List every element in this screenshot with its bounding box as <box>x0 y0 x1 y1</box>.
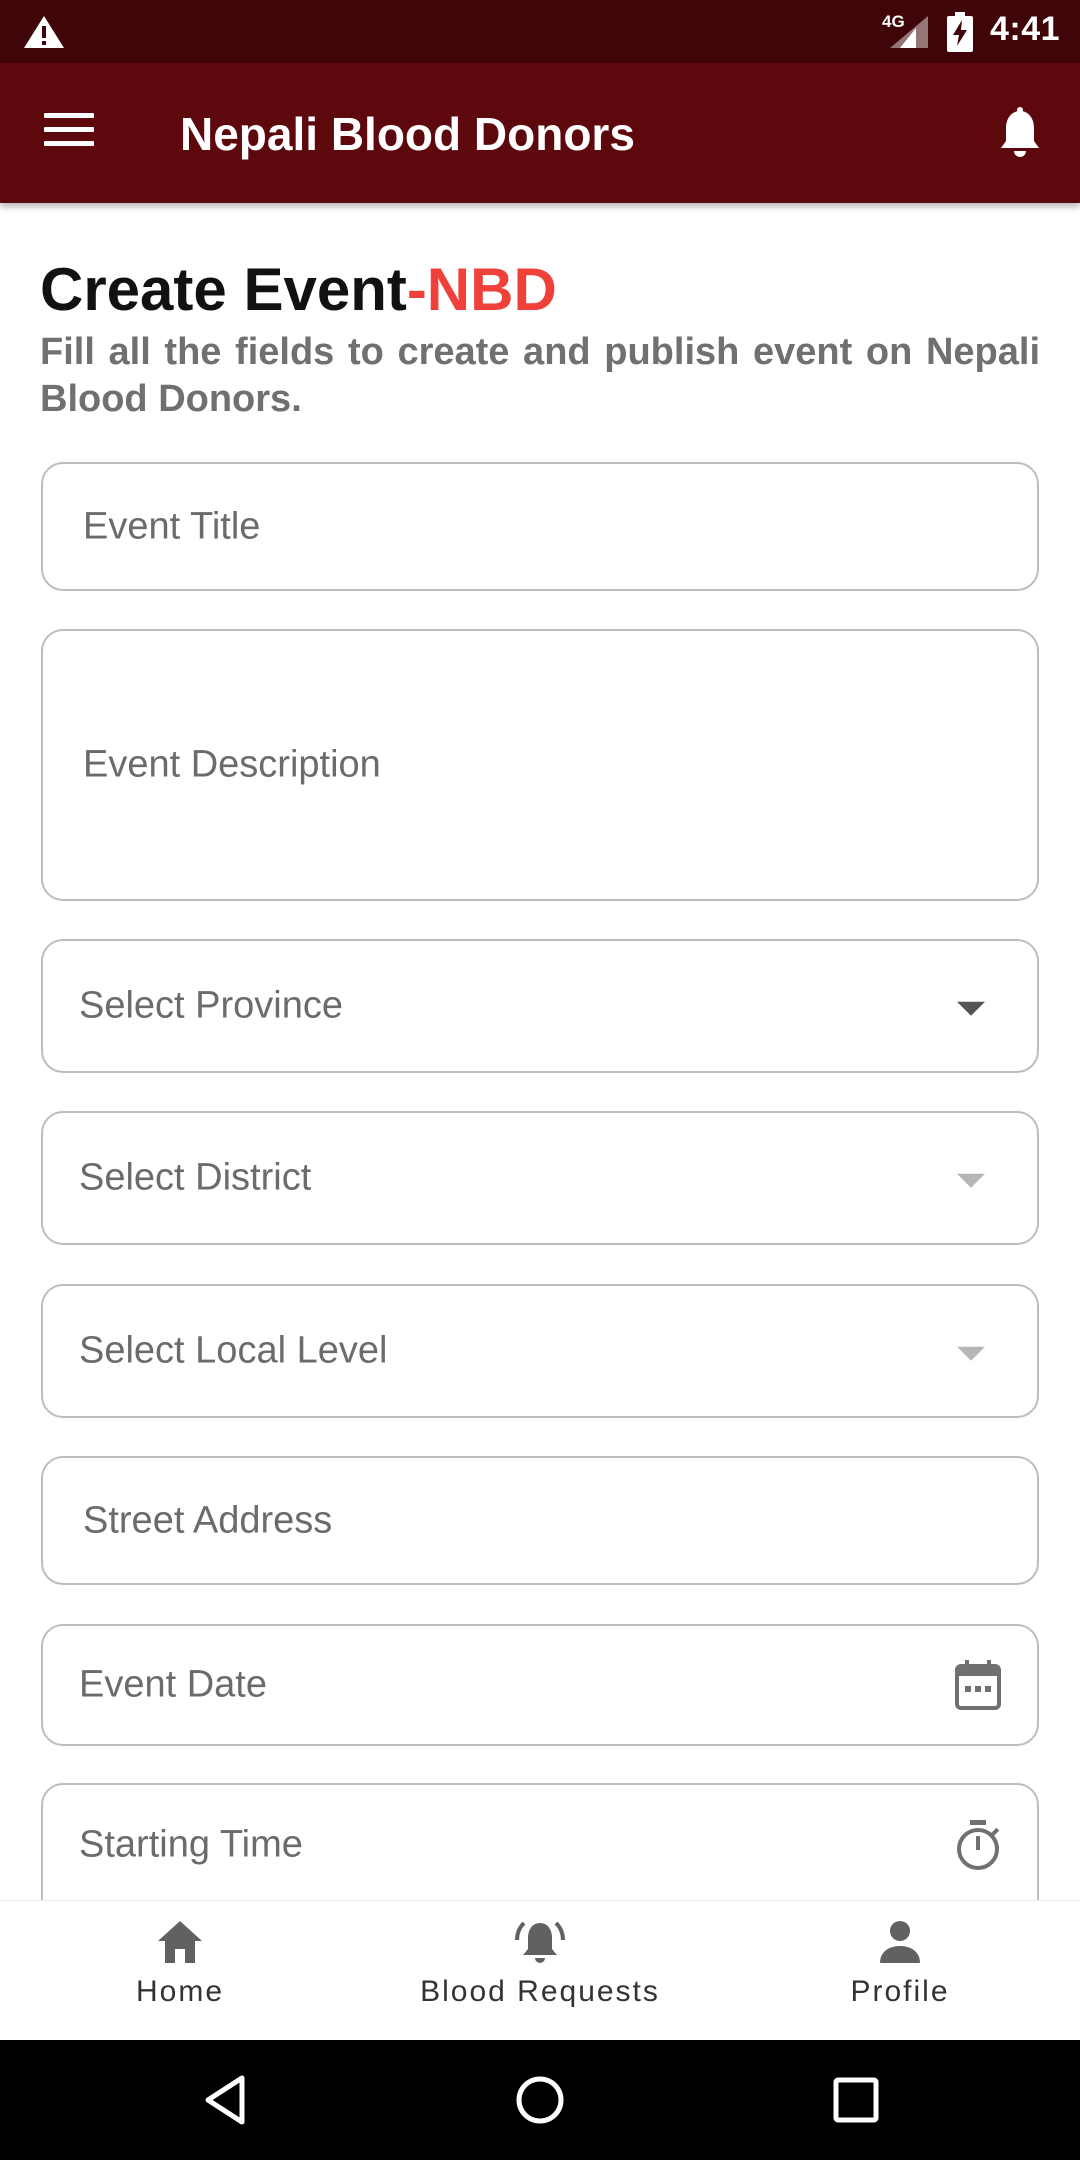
app-title: Nepali Blood Donors <box>180 108 635 160</box>
chevron-down-icon <box>957 1001 985 1016</box>
district-dropdown[interactable]: Select District <box>41 1111 1039 1245</box>
province-label: Select Province <box>79 984 344 1027</box>
event-title-input[interactable]: Event Title <box>41 462 1039 591</box>
nav-blood-requests[interactable]: Blood Requests <box>400 1901 680 2041</box>
bell-icon[interactable] <box>996 107 1044 161</box>
event-date-input[interactable]: Event Date <box>41 1624 1039 1746</box>
home-button-icon[interactable] <box>510 2070 570 2130</box>
nav-home-label: Home <box>135 1975 225 2008</box>
page-title-accent: -NBD <box>406 256 557 323</box>
calendar-icon[interactable] <box>953 1658 1003 1712</box>
system-navigation-bar <box>0 2040 1080 2160</box>
district-label: Select District <box>79 1156 312 1199</box>
nav-blood-requests-label: Blood Requests <box>420 1975 660 2008</box>
starting-time-input[interactable]: Starting Time <box>41 1783 1039 1900</box>
bell-ringing-icon <box>515 1921 565 1963</box>
event-description-label: Event Description <box>83 743 381 786</box>
status-bar: 4G 4:41 <box>0 0 1080 63</box>
warning-icon <box>24 16 64 48</box>
page-title-main: Create Event <box>40 256 407 323</box>
chevron-down-icon <box>957 1173 985 1188</box>
event-title-label: Event Title <box>83 505 261 547</box>
starting-time-label: Starting Time <box>79 1823 303 1866</box>
nav-profile-label: Profile <box>850 1975 950 2008</box>
recent-apps-icon[interactable] <box>826 2070 886 2130</box>
screen: 4G 4:41 Nepali Blood Donors Create Event… <box>0 0 1080 2160</box>
event-description-input[interactable]: Event Description <box>41 629 1039 901</box>
street-address-label: Street Address <box>83 1499 333 1541</box>
menu-icon[interactable] <box>44 113 94 153</box>
event-date-label: Event Date <box>79 1663 267 1706</box>
chevron-down-icon <box>957 1346 985 1361</box>
bottom-navigation: Home Blood Requests Profile <box>0 1900 1080 2040</box>
province-dropdown[interactable]: Select Province <box>41 939 1039 1073</box>
timer-icon[interactable] <box>953 1818 1003 1872</box>
local-level-label: Select Local Level <box>79 1329 388 1372</box>
local-level-dropdown[interactable]: Select Local Level <box>41 1284 1039 1418</box>
home-icon <box>158 1921 202 1963</box>
signal-icon <box>890 16 928 48</box>
nav-profile[interactable]: Profile <box>810 1901 990 2041</box>
street-address-input[interactable]: Street Address <box>41 1456 1039 1585</box>
battery-charging-icon <box>947 12 973 52</box>
person-icon <box>880 1921 920 1963</box>
nav-home[interactable]: Home <box>90 1901 270 2041</box>
create-event-form: Create Event-NBD Fill all the fields to … <box>0 203 1080 1900</box>
page-title: Create Event-NBD <box>40 255 557 324</box>
clock: 4:41 <box>990 10 1061 48</box>
page-subtitle: Fill all the fields to create and publis… <box>40 331 1040 420</box>
app-bar: Nepali Blood Donors <box>0 63 1080 203</box>
back-icon[interactable] <box>196 2070 256 2130</box>
